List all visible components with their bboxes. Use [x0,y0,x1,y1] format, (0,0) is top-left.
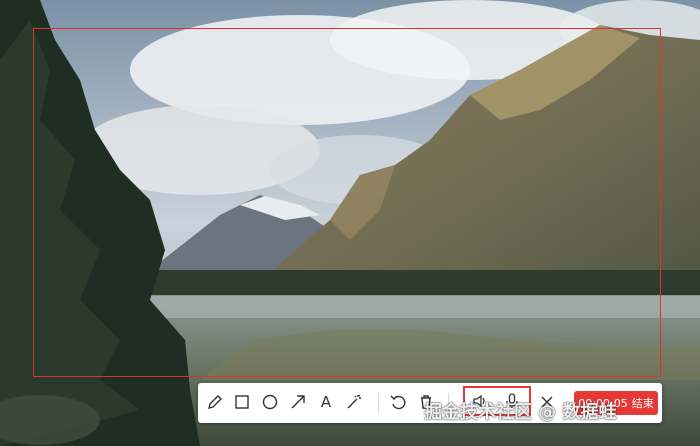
arrow-icon[interactable] [287,391,309,413]
stop-recording-button[interactable]: 00:00:05 结束 [574,391,658,415]
close-icon[interactable] [536,391,558,413]
undo-icon[interactable] [387,391,409,413]
audio-toggle-group [463,386,531,416]
rectangle-icon[interactable] [231,391,253,413]
speaker-icon[interactable] [469,390,491,412]
magic-wand-icon[interactable] [343,391,365,413]
text-tool-label: A [320,393,332,411]
recording-timer: 00:00:05 [578,396,628,410]
toolbar-divider [448,393,449,413]
capture-region-frame[interactable] [33,28,661,377]
toolbar-divider [378,393,379,413]
end-label: 结束 [631,397,654,410]
text-icon[interactable]: A [315,391,337,413]
circle-icon[interactable] [259,391,281,413]
pencil-icon[interactable] [204,391,226,413]
microphone-icon[interactable] [501,390,523,412]
annotation-toolbar: A 00:00:05 结束 [198,383,662,423]
trash-icon[interactable] [415,391,437,413]
